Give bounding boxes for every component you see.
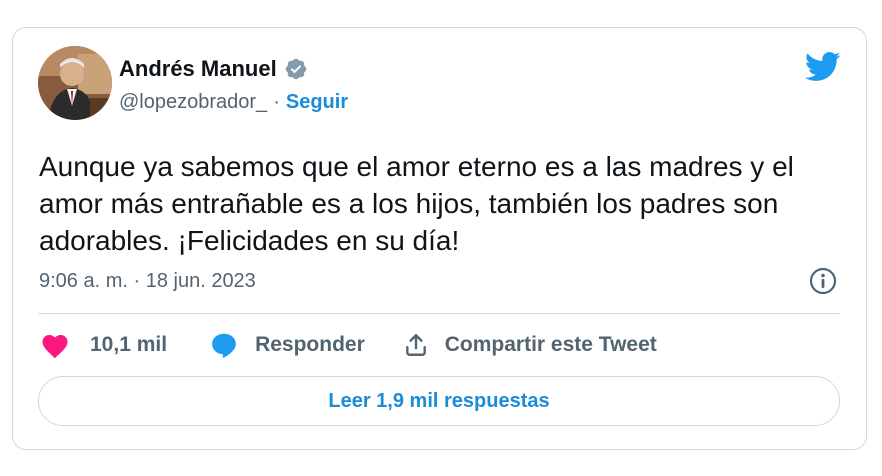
twitter-bird-icon[interactable]: [805, 48, 841, 84]
share-action[interactable]: Compartir este Tweet: [403, 332, 657, 358]
follow-button[interactable]: Seguir: [286, 91, 348, 114]
tweet-text: Aunque ya sabemos que el amor eterno es …: [39, 151, 794, 256]
reply-action[interactable]: Responder: [209, 331, 365, 359]
like-count: 10,1 mil: [90, 333, 168, 356]
avatar-image: [38, 46, 112, 120]
reply-label[interactable]: Responder: [255, 333, 365, 357]
display-name[interactable]: Andrés Manuel: [119, 56, 277, 82]
divider: [38, 313, 840, 314]
read-replies-button[interactable]: Leer 1,9 mil respuestas: [38, 376, 840, 426]
user-name-row[interactable]: Andrés Manuel: [119, 56, 308, 82]
info-icon[interactable]: [808, 266, 838, 296]
verified-badge-icon: [285, 58, 306, 80]
like-action[interactable]: 10,1 mil: [40, 331, 167, 359]
share-label[interactable]: Compartir este Tweet: [445, 333, 657, 357]
tweet-actions: 10,1 mil Responder Compartir este Tweet: [40, 328, 657, 362]
read-replies-label: Leer 1,9 mil respuestas: [328, 389, 550, 412]
user-handle-row: @lopezobrador_ · Seguir: [119, 91, 348, 114]
share-icon[interactable]: [403, 332, 429, 358]
avatar[interactable]: [38, 46, 112, 120]
heart-icon[interactable]: [40, 331, 70, 359]
reply-bubble-icon[interactable]: [209, 331, 239, 359]
tweet-timestamp[interactable]: 9:06 a. m. · 18 jun. 2023: [39, 270, 256, 293]
separator-dot: ·: [273, 91, 280, 113]
user-handle[interactable]: @lopezobrador_: [119, 91, 267, 114]
